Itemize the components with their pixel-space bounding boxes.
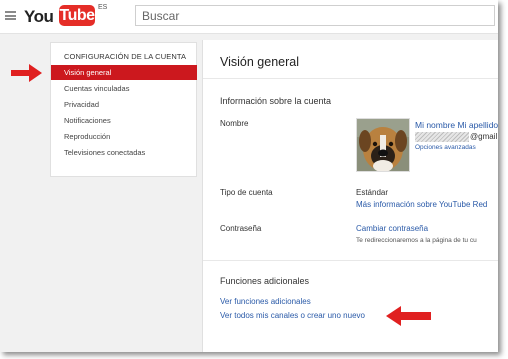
pointer-arrow-icon [386, 306, 431, 326]
redirect-note: Te redireccionaremos a la página de tu c… [356, 237, 477, 244]
additional-features-title: Funciones adicionales [220, 276, 310, 286]
sidebar-item-linked-accounts[interactable]: Cuentas vinculadas [51, 81, 197, 96]
email-suffix: @gmail.com [470, 132, 498, 142]
search-input[interactable]: Buscar [135, 5, 495, 26]
see-all-channels-link[interactable]: Ver todos mis canales o crear uno nuevo [220, 311, 365, 320]
account-type-label: Tipo de cuenta [220, 188, 273, 197]
pointer-arrow-icon [11, 64, 42, 82]
hamburger-icon[interactable] [5, 11, 16, 20]
sidebar-item-privacy[interactable]: Privacidad [51, 97, 197, 112]
sidebar-header: CONFIGURACIÓN DE LA CUENTA [64, 52, 187, 61]
sidebar-item-notifications[interactable]: Notificaciones [51, 113, 197, 128]
logo-you-text: You [24, 7, 54, 26]
avatar [356, 118, 410, 172]
settings-sidebar: CONFIGURACIÓN DE LA CUENTA Visión genera… [50, 42, 197, 177]
name-label: Nombre [220, 119, 249, 128]
change-password-link[interactable]: Cambiar contraseña [356, 224, 428, 233]
password-label: Contraseña [220, 224, 262, 233]
divider [203, 260, 498, 261]
account-info-title: Información sobre la cuenta [220, 96, 332, 106]
account-name-link[interactable]: Mi nombre Mi apellido [415, 120, 498, 130]
sidebar-item-playback[interactable]: Reproducción [51, 129, 197, 144]
see-additional-features-link[interactable]: Ver funciones adicionales [220, 297, 311, 306]
browser-frame: You Tube ES Buscar CONFIGURACIÓN DE LA C… [0, 0, 498, 352]
top-bar: You Tube ES Buscar [0, 0, 498, 34]
account-email: @gmail.com [415, 132, 498, 142]
youtube-red-info-link[interactable]: Más información sobre YouTube Red [356, 200, 487, 209]
account-type-value: Estándar [356, 188, 389, 197]
divider [203, 78, 498, 79]
redacted-email-prefix [415, 132, 469, 142]
main-panel: Visión general Información sobre la cuen… [202, 40, 498, 352]
advanced-options-link[interactable]: Opciones avanzadas [415, 144, 476, 151]
sidebar-item-overview[interactable]: Visión general [51, 65, 197, 80]
logo-region: ES [98, 4, 108, 11]
sidebar-item-connected-tvs[interactable]: Televisiones conectadas [51, 145, 197, 160]
logo-tube-text: Tube [59, 5, 95, 26]
page-title: Visión general [220, 55, 299, 69]
